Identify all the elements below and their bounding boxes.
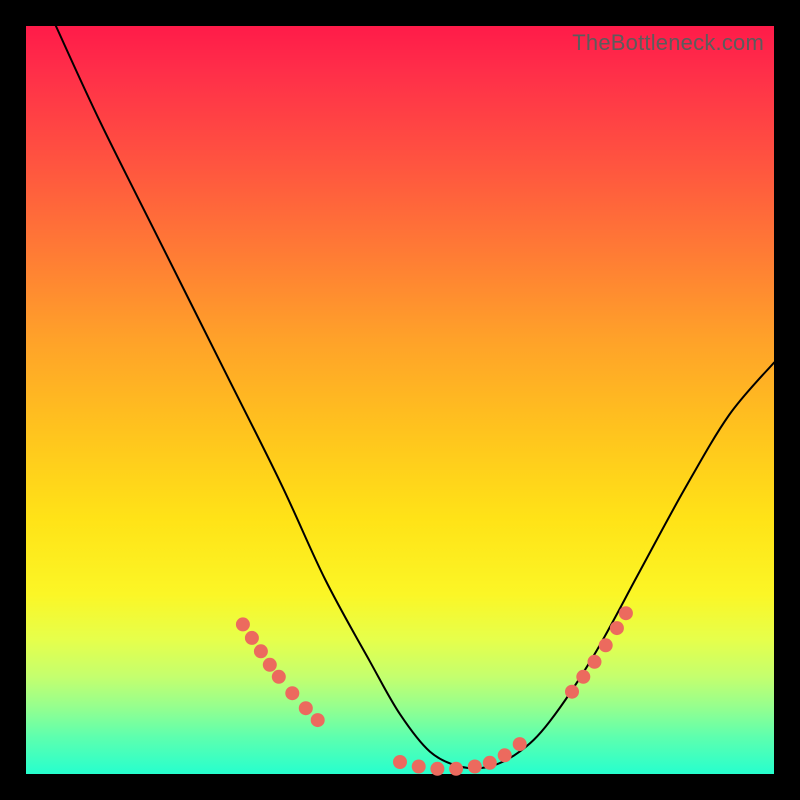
data-point — [430, 762, 444, 776]
data-point — [513, 737, 527, 751]
chart-svg — [26, 26, 774, 774]
data-point — [412, 760, 426, 774]
data-point — [498, 748, 512, 762]
data-point — [285, 686, 299, 700]
data-point — [468, 760, 482, 774]
data-point — [449, 762, 463, 776]
data-point — [245, 631, 259, 645]
data-point — [299, 701, 313, 715]
bottleneck-curve — [56, 26, 774, 768]
data-point — [254, 644, 268, 658]
data-point-dots — [236, 606, 633, 776]
data-point — [576, 670, 590, 684]
data-point — [311, 713, 325, 727]
data-point — [236, 617, 250, 631]
data-point — [610, 621, 624, 635]
data-point — [272, 670, 286, 684]
chart-plot-area: TheBottleneck.com — [26, 26, 774, 774]
data-point — [565, 685, 579, 699]
data-point — [588, 655, 602, 669]
chart-frame: TheBottleneck.com — [0, 0, 800, 800]
data-point — [263, 658, 277, 672]
data-point — [619, 606, 633, 620]
data-point — [599, 638, 613, 652]
data-point — [483, 756, 497, 770]
data-point — [393, 755, 407, 769]
